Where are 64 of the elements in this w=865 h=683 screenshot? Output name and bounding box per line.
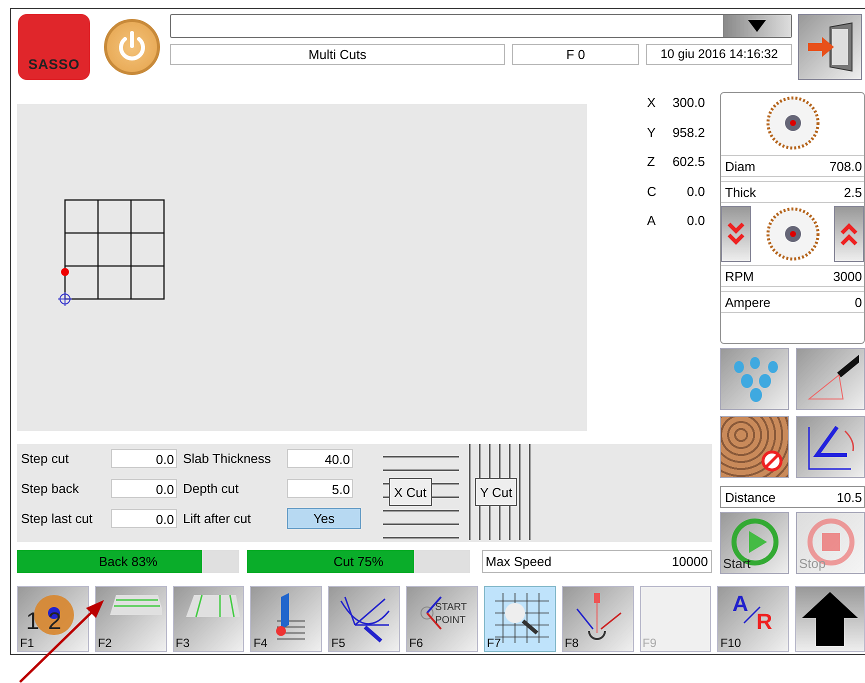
saw-blade-icon bbox=[766, 96, 820, 150]
exit-button[interactable] bbox=[798, 14, 862, 80]
increase-button[interactable] bbox=[834, 206, 864, 262]
program-field: F 0 bbox=[512, 44, 640, 65]
parameter-field[interactable]: 0.0 bbox=[111, 508, 177, 528]
icon-label: START POINT bbox=[435, 601, 467, 627]
chevron-up-icon bbox=[840, 221, 858, 247]
start-button[interactable]: Start bbox=[720, 512, 789, 574]
dropdown-button[interactable] bbox=[723, 15, 791, 37]
chevron-down-icon bbox=[727, 221, 745, 247]
cut-button[interactable]: X Cut bbox=[389, 478, 432, 506]
parameter-label: Step last cut bbox=[21, 510, 94, 526]
mode-field: Multi Cuts bbox=[170, 44, 505, 65]
parameter-field[interactable]: 40.0 bbox=[287, 448, 353, 468]
function-key[interactable]: F2 bbox=[94, 586, 167, 652]
parameter-label: Step back bbox=[21, 480, 80, 496]
prohibited-icon bbox=[760, 449, 784, 473]
material-button[interactable] bbox=[720, 416, 789, 478]
icon-label: A bbox=[732, 591, 748, 617]
function-key[interactable]: F3 bbox=[172, 586, 244, 652]
distance-field: Distance 10.5 bbox=[720, 486, 865, 508]
axis-label: C bbox=[647, 184, 658, 198]
function-key[interactable]: F4 bbox=[250, 586, 322, 652]
parameter-label: Step cut bbox=[21, 450, 70, 466]
axis-value: 0.0 bbox=[686, 213, 705, 228]
decrease-button[interactable] bbox=[721, 206, 751, 262]
blade-reading: Ampere 0 bbox=[721, 291, 864, 313]
axis-label: Z bbox=[647, 154, 656, 169]
axis-value: 0.0 bbox=[686, 184, 705, 198]
parameter-label: Depth cut bbox=[183, 480, 240, 496]
blade-edge-icon bbox=[275, 591, 308, 641]
function-key[interactable]: START POINT F6 bbox=[406, 586, 478, 652]
axis-value: 602.5 bbox=[671, 154, 705, 169]
function-key[interactable]: F5 bbox=[328, 586, 400, 652]
max-speed-field: Max Speed 10000 bbox=[482, 550, 712, 573]
function-key[interactable]: F7 bbox=[484, 586, 556, 652]
saw-blade-icon bbox=[766, 207, 820, 261]
parameter-field[interactable]: 5.0 bbox=[287, 478, 353, 498]
function-key[interactable]: A R F10 bbox=[717, 586, 790, 652]
axis-label: A bbox=[647, 213, 657, 228]
parameter-label: Lift after cut bbox=[183, 510, 252, 526]
datetime-field: 10 giu 2016 14:16:32 bbox=[646, 44, 792, 65]
axis-value: 958.2 bbox=[671, 124, 705, 140]
toggle-button[interactable]: Yes bbox=[287, 508, 361, 528]
parameter-field[interactable]: 0.0 bbox=[111, 478, 177, 498]
cut-button[interactable]: Y Cut bbox=[475, 478, 518, 506]
progress-label: Back 83% bbox=[98, 554, 158, 569]
progress-label: Cut 75% bbox=[334, 554, 384, 569]
up-button[interactable] bbox=[795, 586, 865, 652]
blade-reading: Diam 708.0 bbox=[721, 155, 864, 177]
up-arrow-icon bbox=[800, 590, 860, 648]
blade-reading: RPM 3000 bbox=[721, 265, 864, 287]
parameter-field[interactable]: 0.0 bbox=[111, 448, 177, 468]
function-key[interactable]: F8 bbox=[562, 586, 634, 652]
angle-button[interactable] bbox=[796, 416, 865, 478]
laser-button[interactable] bbox=[796, 348, 865, 410]
blade-reading: Thick 2.5 bbox=[721, 181, 864, 203]
axis-label: X bbox=[647, 95, 657, 110]
icon-label: R bbox=[756, 609, 772, 635]
caret-icon bbox=[748, 20, 766, 32]
dropdown-field[interactable] bbox=[170, 14, 792, 38]
axis-label: Y bbox=[647, 124, 657, 140]
axis-value: 300.0 bbox=[671, 95, 705, 110]
parameter-label: Slab Thickness bbox=[183, 450, 272, 466]
